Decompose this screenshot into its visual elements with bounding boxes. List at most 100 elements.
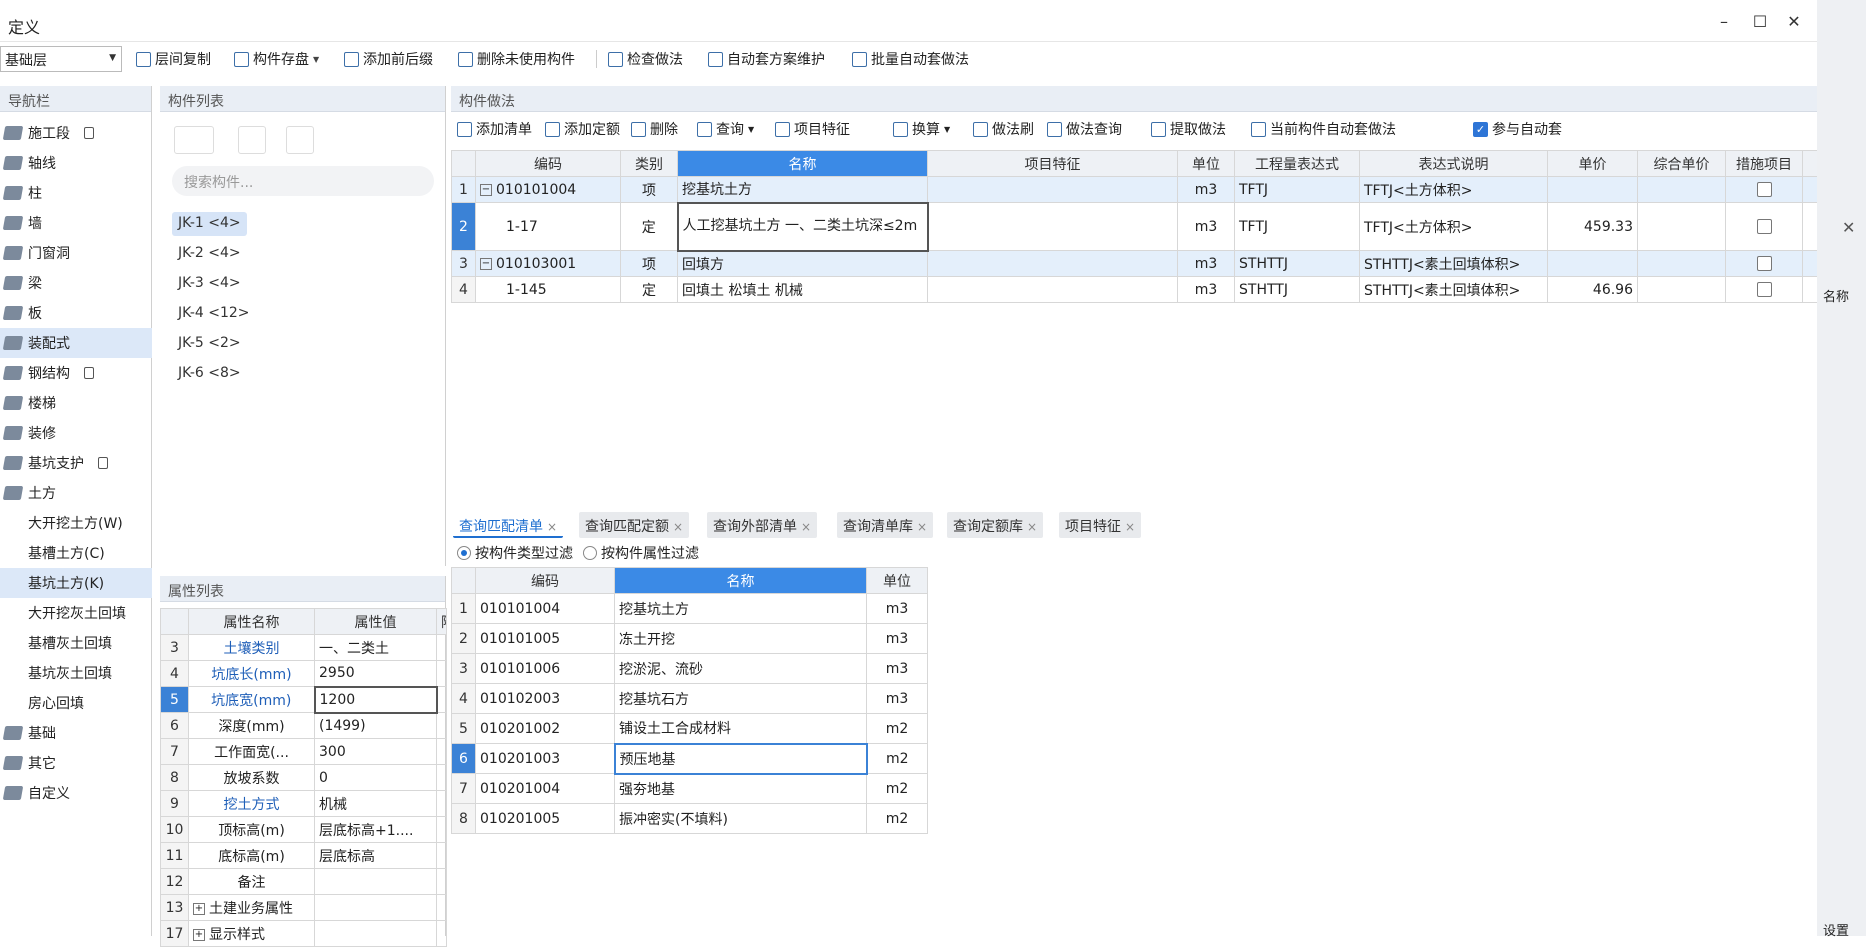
unit-cell[interactable]: m3 bbox=[1177, 176, 1235, 203]
nav-item[interactable]: 基槽土方(C) bbox=[0, 538, 152, 568]
attach-cell[interactable] bbox=[436, 660, 447, 687]
attach-cell[interactable] bbox=[436, 764, 447, 791]
add-prefix-button[interactable]: 添加前后缀 bbox=[344, 48, 433, 70]
code-cell[interactable]: 010101004 bbox=[475, 593, 615, 624]
checkbox-icon[interactable] bbox=[1756, 282, 1772, 297]
close-icon[interactable]: × bbox=[673, 520, 683, 534]
property-value[interactable]: 2950 bbox=[314, 660, 437, 687]
expand-icon[interactable]: + bbox=[193, 902, 205, 915]
measure-cell[interactable] bbox=[1725, 202, 1803, 251]
checkbox-icon[interactable]: ✓ bbox=[1473, 121, 1488, 137]
price-cell[interactable]: 46.96 bbox=[1547, 276, 1638, 303]
checkbox-icon[interactable] bbox=[1756, 219, 1772, 234]
table-row[interactable]: 2 010101005 冻土开挖 m3 bbox=[451, 623, 928, 654]
collapse-icon[interactable]: − bbox=[480, 257, 492, 270]
property-value[interactable]: 一、二类土 bbox=[314, 634, 437, 661]
nav-item[interactable]: 基础 bbox=[0, 718, 152, 748]
property-value[interactable]: (1499) bbox=[314, 712, 437, 739]
table-row[interactable]: 11 底标高(m) 层底标高 bbox=[160, 842, 447, 869]
nav-item[interactable]: 其它 bbox=[0, 748, 152, 778]
unit-cell[interactable]: m3 bbox=[1177, 202, 1235, 251]
settings-label[interactable]: 设置 bbox=[1823, 920, 1849, 939]
table-row[interactable]: 8 010201005 振冲密实(不填料) m2 bbox=[451, 803, 928, 834]
auto-scheme-button[interactable]: 自动套方案维护 bbox=[708, 48, 825, 70]
code-cell[interactable]: 010201002 bbox=[475, 713, 615, 744]
nav-item[interactable]: 基坑土方(K) bbox=[0, 568, 152, 598]
measure-cell[interactable] bbox=[1725, 276, 1803, 303]
method-tool-button[interactable]: 做法查询 bbox=[1047, 114, 1122, 144]
code-cell[interactable]: 010201004 bbox=[475, 773, 615, 804]
table-row[interactable]: 8 放坡系数 0 bbox=[160, 764, 447, 791]
filter-attr-radio[interactable] bbox=[583, 546, 597, 560]
nav-item[interactable]: 大开挖灰土回填 bbox=[0, 598, 152, 628]
property-value[interactable]: 层底标高 bbox=[314, 842, 437, 869]
close-icon[interactable]: × bbox=[1125, 520, 1135, 534]
name-cell[interactable]: 回填土 松填土 机械 bbox=[677, 276, 928, 303]
total-price-cell[interactable] bbox=[1637, 276, 1726, 303]
close-icon[interactable]: × bbox=[547, 520, 557, 534]
table-row[interactable]: 5 坑底宽(mm) 1200 bbox=[160, 685, 447, 714]
table-row[interactable]: 3 土壤类别 一、二类土 bbox=[160, 634, 447, 661]
nav-item[interactable]: 装配式 bbox=[0, 328, 152, 358]
price-cell[interactable] bbox=[1547, 176, 1638, 203]
desc-cell[interactable]: TFTJ<土方体积> bbox=[1359, 176, 1548, 203]
unit-cell[interactable]: m3 bbox=[866, 623, 928, 654]
table-row[interactable]: 4 坑底长(mm) 2950 bbox=[160, 660, 447, 687]
table-row[interactable]: 3−010103001 项回填方 m3 STHTTJ STHTTJ<素土回填体积> bbox=[451, 250, 1818, 277]
type-cell[interactable]: 定 bbox=[620, 276, 678, 303]
save-component-button[interactable]: 构件存盘 ▼ bbox=[234, 48, 319, 70]
total-price-cell[interactable] bbox=[1637, 176, 1726, 203]
type-cell[interactable]: 定 bbox=[620, 202, 678, 251]
table-row[interactable]: 7 工作面宽(... 300 bbox=[160, 738, 447, 765]
desc-cell[interactable]: STHTTJ<素土回填体积> bbox=[1359, 276, 1548, 303]
desc-cell[interactable]: STHTTJ<素土回填体积> bbox=[1359, 250, 1548, 277]
unit-cell[interactable]: m3 bbox=[1177, 276, 1235, 303]
nav-item[interactable]: 基槽灰土回填 bbox=[0, 628, 152, 658]
collapse-icon[interactable]: − bbox=[480, 183, 492, 196]
name-cell[interactable]: 挖基坑土方 bbox=[614, 593, 867, 624]
table-row[interactable]: 10 顶标高(m) 层底标高+1.... bbox=[160, 816, 447, 843]
table-row[interactable]: 6 010201003 预压地基 m2 bbox=[451, 742, 928, 775]
copy-component-button[interactable] bbox=[238, 126, 266, 154]
new-component-button[interactable] bbox=[174, 126, 214, 154]
nav-item[interactable]: 基坑灰土回填 bbox=[0, 658, 152, 688]
method-tool-button[interactable]: 做法刷 bbox=[973, 114, 1034, 144]
attach-cell[interactable] bbox=[436, 920, 447, 947]
attach-cell[interactable] bbox=[436, 738, 447, 765]
delete-unused-button[interactable]: 删除未使用构件 bbox=[458, 48, 575, 70]
code-cell[interactable]: 010201005 bbox=[475, 803, 615, 834]
feature-cell[interactable] bbox=[927, 250, 1178, 277]
nav-item[interactable]: 楼梯 bbox=[0, 388, 152, 418]
property-value[interactable]: 300 bbox=[314, 738, 437, 765]
unit-cell[interactable]: m2 bbox=[866, 803, 928, 834]
name-cell[interactable]: 挖淤泥、流砂 bbox=[614, 653, 867, 684]
property-value[interactable]: 1200 bbox=[313, 685, 438, 714]
query-tab[interactable]: 查询匹配清单 × bbox=[453, 512, 564, 538]
type-cell[interactable]: 项 bbox=[620, 176, 678, 203]
property-value[interactable] bbox=[314, 894, 437, 921]
attach-cell[interactable] bbox=[436, 686, 447, 713]
code-cell[interactable]: 1-17 bbox=[475, 202, 621, 251]
name-cell[interactable]: 强夯地基 bbox=[614, 773, 867, 804]
unit-cell[interactable]: m2 bbox=[866, 773, 928, 804]
checkbox-icon[interactable] bbox=[1756, 256, 1772, 271]
delete-component-button[interactable] bbox=[286, 126, 314, 154]
component-item[interactable]: JK-5 <2> bbox=[172, 332, 247, 356]
table-row[interactable]: 12 备注 bbox=[160, 868, 447, 895]
nav-item[interactable]: 大开挖土方(W) bbox=[0, 508, 152, 538]
close-button[interactable]: ✕ bbox=[1782, 12, 1806, 32]
minimize-button[interactable]: – bbox=[1712, 12, 1736, 32]
name-cell[interactable]: 振冲密实(不填料) bbox=[614, 803, 867, 834]
check-method-button[interactable]: 检查做法 bbox=[608, 48, 683, 70]
feature-cell[interactable] bbox=[927, 202, 1178, 251]
nav-item[interactable]: 轴线 bbox=[0, 148, 152, 178]
name-cell[interactable]: 回填方 bbox=[677, 250, 928, 277]
component-item[interactable]: JK-2 <4> bbox=[172, 242, 247, 266]
method-tool-button[interactable]: 换算 ▼ bbox=[893, 114, 950, 144]
name-cell[interactable]: 挖基坑土方 bbox=[677, 176, 928, 203]
nav-item[interactable]: 钢结构 bbox=[0, 358, 152, 388]
table-row[interactable]: 9 挖土方式 机械 bbox=[160, 790, 447, 817]
name-cell[interactable]: 预压地基 bbox=[613, 742, 868, 775]
table-row[interactable]: 6 深度(mm) (1499) bbox=[160, 712, 447, 739]
price-cell[interactable] bbox=[1547, 250, 1638, 277]
